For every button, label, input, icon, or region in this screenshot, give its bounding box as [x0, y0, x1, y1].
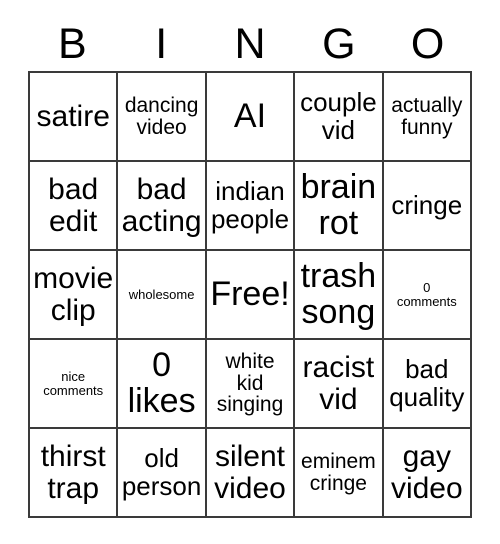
bingo-cell-r5c3[interactable]: silent video — [206, 429, 296, 518]
bingo-cell-label: nice comments — [43, 368, 104, 398]
bingo-cell-label: silent video — [214, 440, 286, 505]
bingo-cell-label: bad edit — [48, 173, 99, 238]
bingo-cell-r4c2[interactable]: 0 likes — [118, 340, 207, 429]
bingo-cell-label: gay video — [390, 440, 463, 505]
bingo-cell-label: couple vid — [300, 87, 377, 145]
bingo-cell-r5c4[interactable]: eminem cringe — [295, 429, 384, 518]
bingo-cell-label: 0 comments — [396, 279, 457, 309]
bingo-cell-r3c4[interactable]: trash song — [295, 251, 384, 340]
bingo-cell-r5c1[interactable]: thirst trap — [30, 429, 119, 518]
bingo-cell-r2c4[interactable]: brain rot — [295, 162, 384, 251]
bingo-cell-r2c2[interactable]: bad acting — [118, 162, 207, 251]
bingo-cell-r4c3[interactable]: white kid singing — [206, 340, 296, 429]
bingo-header-row: B I N G O — [28, 18, 472, 71]
bingo-header-letter-n: N — [234, 20, 266, 68]
bingo-cell-label: white kid singing — [216, 349, 284, 417]
bingo-cell-r5c2[interactable]: old person — [118, 429, 207, 518]
bingo-header-letter-i: I — [155, 20, 168, 68]
bingo-cell-label: cringe — [391, 189, 463, 220]
bingo-cell-label: eminem cringe — [301, 449, 376, 495]
bingo-card: B I N G O satire dancing video AI couple… — [0, 0, 500, 544]
bingo-cell-label: wholesome — [128, 286, 195, 302]
bingo-cell-label: brain rot — [300, 168, 377, 242]
bingo-cell-r5c5[interactable]: gay video — [383, 429, 472, 518]
bingo-cell-r2c5[interactable]: cringe — [383, 162, 472, 251]
bingo-cell-label: bad quality — [389, 354, 465, 412]
bingo-cell-label: actually funny — [391, 93, 463, 139]
bingo-cell-r4c5[interactable]: bad quality — [383, 340, 472, 429]
bingo-cell-r1c5[interactable]: actually funny — [383, 73, 472, 162]
bingo-header-letter-g: G — [322, 20, 356, 68]
bingo-cell-r2c3[interactable]: indian people — [206, 162, 296, 251]
bingo-free-space-label: Free! — [210, 274, 290, 313]
bingo-cell-label: dancing video — [124, 93, 199, 139]
bingo-cell-label: thirst trap — [40, 440, 106, 505]
bingo-cell-r2c1[interactable]: bad edit — [30, 162, 119, 251]
bingo-cell-label: satire — [36, 99, 110, 133]
bingo-cell-r4c4[interactable]: racist vid — [295, 340, 384, 429]
bingo-cell-r3c5[interactable]: 0 comments — [383, 251, 472, 340]
bingo-cell-r1c2[interactable]: dancing video — [118, 73, 207, 162]
bingo-cell-r1c3[interactable]: AI — [206, 73, 296, 162]
bingo-header-letter-o: O — [410, 20, 445, 68]
bingo-header-letter-b: B — [58, 20, 87, 68]
bingo-cell-r1c4[interactable]: couple vid — [295, 73, 384, 162]
bingo-cell-label: 0 likes — [127, 346, 196, 420]
bingo-cell-r3c1[interactable]: movie clip — [30, 251, 119, 340]
bingo-cell-label: indian people — [210, 176, 290, 234]
bingo-cell-label: old person — [121, 443, 202, 501]
bingo-cell-label: movie clip — [33, 262, 114, 327]
bingo-grid: satire dancing video AI couple vid actua… — [28, 71, 472, 518]
bingo-cell-label: bad acting — [121, 173, 202, 238]
bingo-cell-r3c2[interactable]: wholesome — [118, 251, 207, 340]
bingo-cell-label: AI — [233, 96, 267, 135]
bingo-cell-label: trash song — [300, 257, 377, 331]
bingo-cell-label: racist vid — [302, 351, 375, 416]
bingo-cell-free-space[interactable]: Free! — [206, 251, 296, 340]
bingo-cell-r1c1[interactable]: satire — [30, 73, 119, 162]
bingo-cell-r4c1[interactable]: nice comments — [30, 340, 119, 429]
